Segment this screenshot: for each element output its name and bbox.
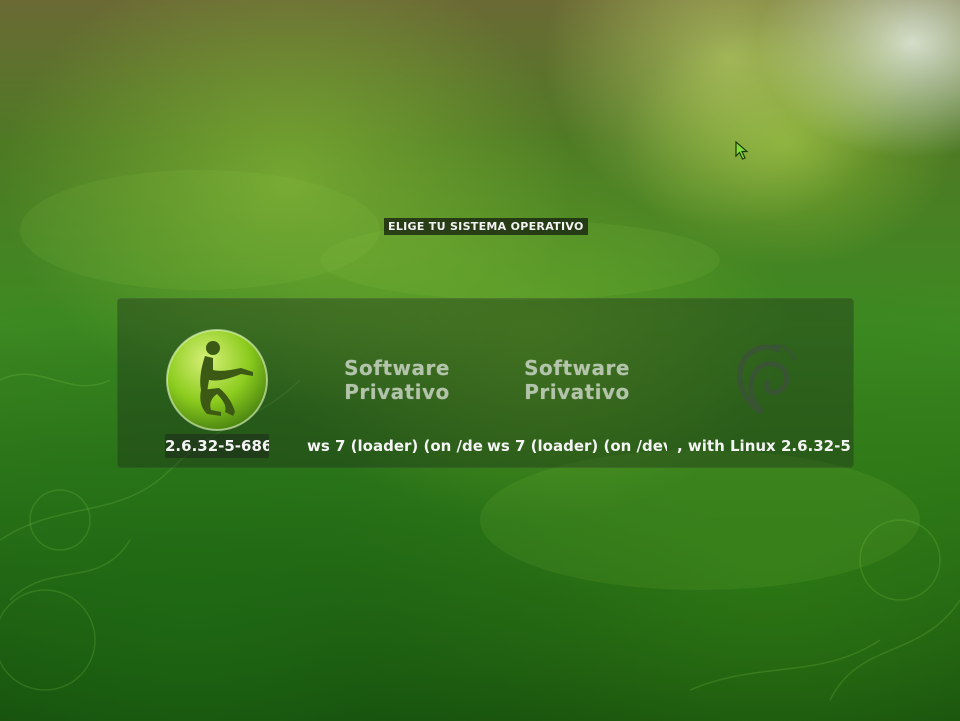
software-privativo-text-icon: Software Privativo bbox=[307, 356, 487, 404]
icon-text-line: Privativo bbox=[524, 380, 630, 404]
icon-text-line: Software bbox=[524, 356, 630, 380]
boot-entry-label: ws 7 (loader) (on /dev bbox=[487, 437, 667, 455]
boot-menu-title: ELIGE TU SISTEMA OPERATIVO bbox=[384, 218, 588, 235]
boot-entry-debian[interactable]: , with Linux 2.6.32-5-a bbox=[677, 328, 850, 458]
boot-entry-label: ws 7 (loader) (on /de bbox=[307, 437, 483, 455]
icon-text-line: Privativo bbox=[344, 380, 450, 404]
boot-entry-windows-1[interactable]: Software Privativo ws 7 (loader) (on /de bbox=[307, 328, 487, 458]
boot-entry-label: , with Linux 2.6.32-5-a bbox=[677, 437, 850, 455]
icon-text-line: Software bbox=[344, 356, 450, 380]
linux-crouching-figure-icon bbox=[161, 328, 273, 436]
boot-entry-label: 2.6.32-5-686 bbox=[165, 434, 269, 458]
boot-entry-linux[interactable]: 2.6.32-5-686 bbox=[127, 328, 307, 458]
boot-entries-panel: 2.6.32-5-686 Software Privativo ws 7 (lo… bbox=[117, 298, 854, 468]
software-privativo-text-icon: Software Privativo bbox=[487, 356, 667, 404]
mouse-pointer-icon bbox=[735, 140, 749, 165]
boot-entry-windows-2[interactable]: Software Privativo ws 7 (loader) (on /de… bbox=[487, 328, 667, 458]
debian-swirl-icon bbox=[732, 338, 802, 422]
